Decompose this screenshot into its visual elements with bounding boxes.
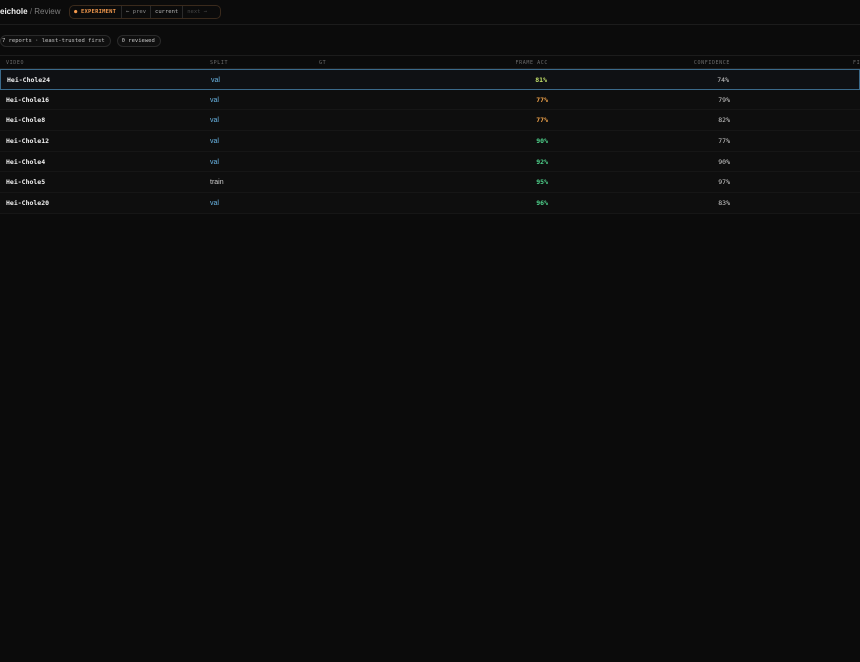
frame-acc-value: 77% [536, 116, 548, 125]
table-row[interactable]: Hei-Chole24 val 81% 74% [0, 69, 860, 90]
frame-acc-value: 95% [536, 178, 548, 187]
reports-table: VIDEO SPLIT GT FRAME ACC CONFIDENCE FI H… [0, 55, 860, 214]
reports-count-chip: 7 reports · least-trusted first [0, 35, 111, 47]
breadcrumb: eichole / Review [0, 6, 61, 18]
column-header-gt[interactable]: GT [319, 59, 326, 67]
video-name: Hei-Chole8 [6, 116, 46, 125]
table-row[interactable]: Hei-Chole20 val 96% 83% [0, 193, 860, 214]
column-header-video[interactable]: VIDEO [6, 59, 24, 67]
split-value: train [210, 179, 224, 187]
confidence-value: 83% [718, 199, 730, 208]
column-header-split[interactable]: SPLIT [210, 59, 228, 67]
video-name: Hei-Chole16 [6, 95, 50, 104]
split-value: val [211, 77, 220, 84]
table-row[interactable]: Hei-Chole5 train 95% 97% [0, 172, 860, 194]
table-row[interactable]: Hei-Chole8 val 77% 82% [0, 110, 860, 132]
table-header: VIDEO SPLIT GT FRAME ACC CONFIDENCE FI [0, 55, 860, 69]
split-value: val [210, 158, 219, 166]
table-row[interactable]: Hei-Chole16 val 77% 79% [0, 89, 860, 111]
top-bar: eichole / Review ● EXPERIMENT ← prev cur… [0, 0, 860, 25]
table-row[interactable]: Hei-Chole12 val 90% 77% [0, 131, 860, 152]
confidence-value: 74% [717, 76, 729, 84]
video-name: Hei-Chole5 [6, 178, 46, 187]
summary-chips: 7 reports · least-trusted first 0 review… [0, 35, 161, 47]
prev-experiment-button[interactable]: ← prev [121, 6, 150, 18]
current-experiment-button[interactable]: current [150, 6, 182, 18]
experiment-badge: ● EXPERIMENT [74, 9, 117, 15]
column-header-last[interactable]: FI [853, 59, 860, 67]
confidence-value: 90% [718, 157, 730, 166]
reviewed-count-chip: 0 reviewed [116, 35, 161, 47]
split-value: val [210, 96, 219, 104]
column-header-frame-acc[interactable]: FRAME ACC [516, 59, 549, 67]
confidence-value: 79% [718, 95, 730, 104]
confidence-value: 82% [718, 116, 730, 125]
video-name: Hei-Chole12 [6, 137, 50, 146]
frame-acc-value: 92% [536, 157, 548, 166]
split-value: val [210, 117, 219, 125]
split-value: val [210, 200, 219, 208]
video-name: Hei-Chole20 [6, 199, 50, 208]
column-header-confidence[interactable]: CONFIDENCE [694, 59, 730, 67]
experiment-switcher: ● EXPERIMENT ← prev current next → [69, 5, 221, 19]
frame-acc-value: 90% [536, 137, 548, 146]
split-value: val [210, 138, 219, 146]
table-row[interactable]: Hei-Chole4 val 92% 90% [0, 151, 860, 173]
page-title: Review [34, 7, 61, 16]
breadcrumb-separator: / [29, 7, 33, 16]
next-experiment-button[interactable]: next → [182, 6, 211, 18]
frame-acc-value: 81% [535, 76, 547, 84]
video-name: Hei-Chole24 [7, 76, 51, 84]
app-name[interactable]: eichole [0, 7, 28, 16]
table-body: Hei-Chole24 val 81% 74% Hei-Chole16 val 77% 79%… [0, 69, 860, 214]
frame-acc-value: 96% [536, 199, 548, 208]
video-name: Hei-Chole4 [6, 157, 46, 166]
frame-acc-value: 77% [536, 95, 548, 104]
confidence-value: 77% [718, 137, 730, 146]
confidence-value: 97% [718, 178, 730, 187]
